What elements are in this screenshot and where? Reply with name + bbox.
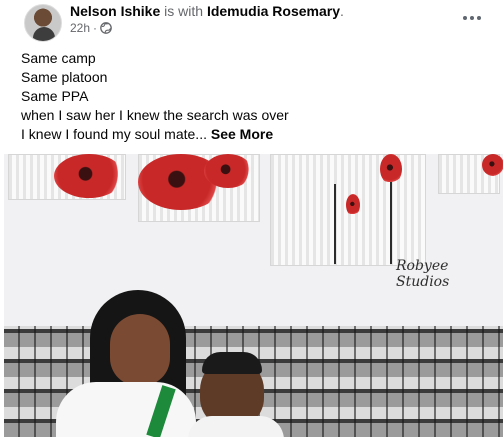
flower-stem <box>334 184 336 264</box>
post-header: Nelson Ishike is with Idemudia Rosemary.… <box>0 0 503 46</box>
author-avatar[interactable] <box>24 4 62 42</box>
post-photo[interactable]: Robyee Studios <box>4 154 503 437</box>
photo-watermark: Robyee Studios <box>396 258 450 290</box>
with-text: is with <box>164 3 204 19</box>
tagged-name[interactable]: Idemudia Rosemary <box>207 3 340 19</box>
poppy-bud <box>482 154 503 176</box>
post-line-last: I knew I found my soul mate... See More <box>21 125 491 144</box>
see-more-link[interactable]: See More <box>211 126 273 142</box>
post-meta: 22h · <box>70 21 112 35</box>
globe-icon[interactable] <box>100 22 112 34</box>
meta-separator: · <box>93 21 98 35</box>
author-name[interactable]: Nelson Ishike <box>70 3 160 19</box>
post-line: I knew I found my soul mate... <box>21 126 207 142</box>
poppy-bud <box>380 154 402 184</box>
person-man-shirt <box>188 416 284 437</box>
post-author-line: Nelson Ishike is with Idemudia Rosemary. <box>70 2 344 20</box>
facebook-post: Nelson Ishike is with Idemudia Rosemary.… <box>0 0 503 437</box>
post-line: Same camp <box>21 50 96 66</box>
post-line: Same platoon <box>21 69 108 85</box>
post-text: Same camp Same platoon Same PPA when I s… <box>21 49 491 144</box>
post-time[interactable]: 22h <box>70 21 90 35</box>
post-line: Same PPA <box>21 88 89 104</box>
poppy-flower <box>54 154 124 198</box>
person-woman-face <box>110 314 170 386</box>
flower-stem <box>390 176 392 264</box>
poppy-bud <box>346 194 360 216</box>
tagged-suffix: . <box>340 3 344 19</box>
post-line: when I saw her I knew the search was ove… <box>21 107 289 123</box>
more-options-icon[interactable] <box>461 10 483 26</box>
person-man-hair <box>202 352 262 374</box>
poppy-flower <box>204 154 252 188</box>
